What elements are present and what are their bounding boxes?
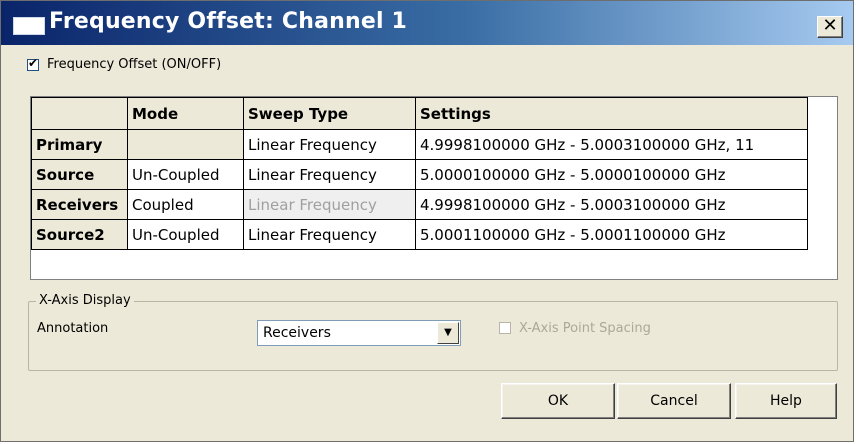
sweep-type-cell[interactable]: Linear Frequency bbox=[243, 219, 416, 250]
table-corner-cell bbox=[31, 97, 128, 130]
close-button[interactable]: ✕ bbox=[817, 16, 843, 38]
annotation-select[interactable]: Receivers ▼ bbox=[257, 320, 461, 346]
close-icon: ✕ bbox=[822, 15, 838, 36]
mode-cell bbox=[127, 129, 244, 160]
table-header-row: Mode Sweep Type Settings bbox=[31, 97, 808, 130]
frequency-offset-label[interactable]: Frequency Offset (ON/OFF) bbox=[47, 57, 221, 72]
title-bar[interactable]: Frequency Offset: Channel 1 ✕ bbox=[1, 1, 853, 45]
mode-cell[interactable]: Coupled bbox=[127, 189, 244, 220]
annotation-label: Annotation bbox=[37, 321, 109, 336]
column-header-sweep-type: Sweep Type bbox=[243, 97, 416, 130]
x-axis-display-title: X-Axis Display bbox=[36, 293, 134, 308]
help-button[interactable]: Help bbox=[735, 383, 837, 419]
sweep-type-cell[interactable]: Linear Frequency bbox=[243, 159, 416, 190]
dialog-title: Frequency Offset: Channel 1 bbox=[49, 9, 408, 34]
table-row: Receivers Coupled Linear Frequency 4.999… bbox=[31, 189, 808, 220]
window-icon bbox=[13, 17, 45, 35]
frequency-offset-checkbox[interactable] bbox=[27, 56, 39, 71]
row-header-source2: Source2 bbox=[31, 219, 128, 250]
table-row: Source2 Un-Coupled Linear Frequency 5.00… bbox=[31, 219, 808, 250]
ok-button[interactable]: OK bbox=[501, 383, 615, 419]
table-row: Source Un-Coupled Linear Frequency 5.000… bbox=[31, 159, 808, 190]
row-header-primary: Primary bbox=[31, 129, 128, 160]
row-header-source: Source bbox=[31, 159, 128, 190]
settings-cell[interactable]: 4.9998100000 GHz - 5.0003100000 GHz, 11 bbox=[415, 129, 808, 160]
frequency-offset-dialog: Frequency Offset: Channel 1 ✕ Frequency … bbox=[0, 0, 854, 442]
chevron-down-icon[interactable]: ▼ bbox=[437, 322, 459, 344]
settings-cell[interactable]: 5.0000100000 GHz - 5.0000100000 GHz bbox=[415, 159, 808, 190]
mode-cell[interactable]: Un-Coupled bbox=[127, 159, 244, 190]
mode-cell[interactable]: Un-Coupled bbox=[127, 219, 244, 250]
sweep-type-cell-disabled: Linear Frequency bbox=[243, 189, 416, 220]
row-header-receivers: Receivers bbox=[31, 189, 128, 220]
settings-cell[interactable]: 5.0001100000 GHz - 5.0001100000 GHz bbox=[415, 219, 808, 250]
x-axis-point-spacing-label: X-Axis Point Spacing bbox=[519, 321, 651, 336]
annotation-select-value: Receivers bbox=[263, 325, 331, 341]
offset-table-panel: Mode Sweep Type Settings Primary Linear … bbox=[30, 96, 838, 280]
column-header-settings: Settings bbox=[415, 97, 808, 130]
offset-table: Mode Sweep Type Settings Primary Linear … bbox=[31, 97, 808, 250]
cancel-button[interactable]: Cancel bbox=[617, 383, 731, 419]
sweep-type-cell[interactable]: Linear Frequency bbox=[243, 129, 416, 160]
table-row: Primary Linear Frequency 4.9998100000 GH… bbox=[31, 129, 808, 160]
settings-cell[interactable]: 4.9998100000 GHz - 5.0003100000 GHz bbox=[415, 189, 808, 220]
column-header-mode: Mode bbox=[127, 97, 244, 130]
x-axis-point-spacing-checkbox bbox=[499, 322, 511, 334]
